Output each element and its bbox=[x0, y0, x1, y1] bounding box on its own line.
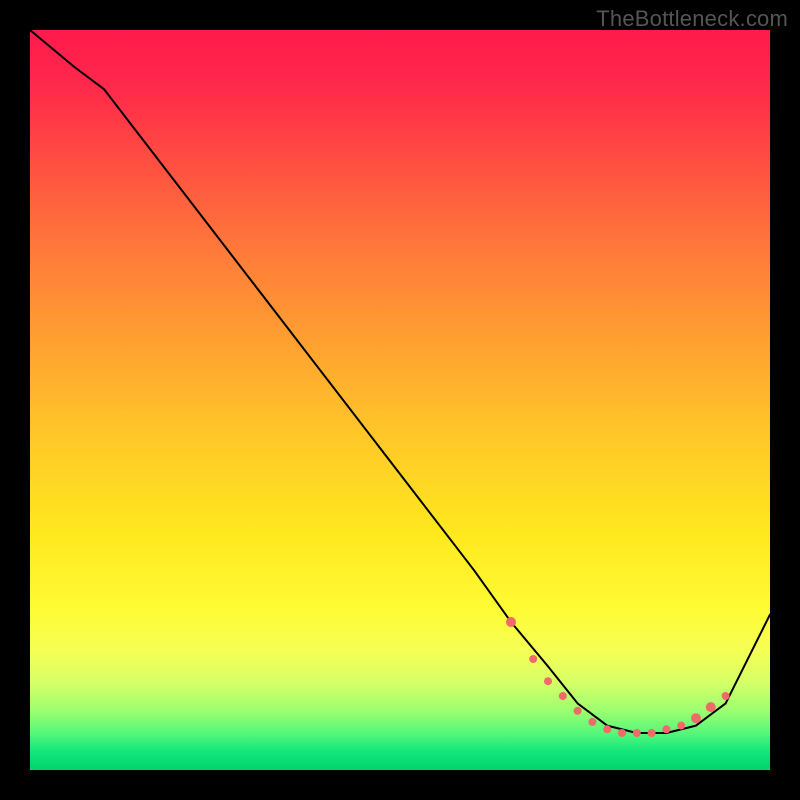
marker-dot bbox=[544, 677, 552, 685]
highlight-markers bbox=[506, 617, 730, 737]
plot-area bbox=[30, 30, 770, 770]
marker-dot bbox=[677, 722, 685, 730]
marker-dot bbox=[588, 718, 596, 726]
curve-layer bbox=[30, 30, 770, 770]
marker-dot bbox=[618, 729, 626, 737]
marker-dot bbox=[574, 707, 582, 715]
chart-stage: TheBottleneck.com bbox=[0, 0, 800, 800]
marker-dot bbox=[603, 725, 611, 733]
watermark-text: TheBottleneck.com bbox=[596, 6, 788, 32]
marker-dot bbox=[633, 729, 641, 737]
marker-dot bbox=[722, 692, 730, 700]
marker-dot bbox=[648, 729, 656, 737]
marker-dot bbox=[662, 725, 670, 733]
marker-dot bbox=[559, 692, 567, 700]
marker-dot bbox=[529, 655, 537, 663]
bottleneck-curve bbox=[30, 30, 770, 733]
marker-dot bbox=[706, 702, 716, 712]
marker-dot bbox=[691, 713, 701, 723]
marker-dot bbox=[506, 617, 516, 627]
